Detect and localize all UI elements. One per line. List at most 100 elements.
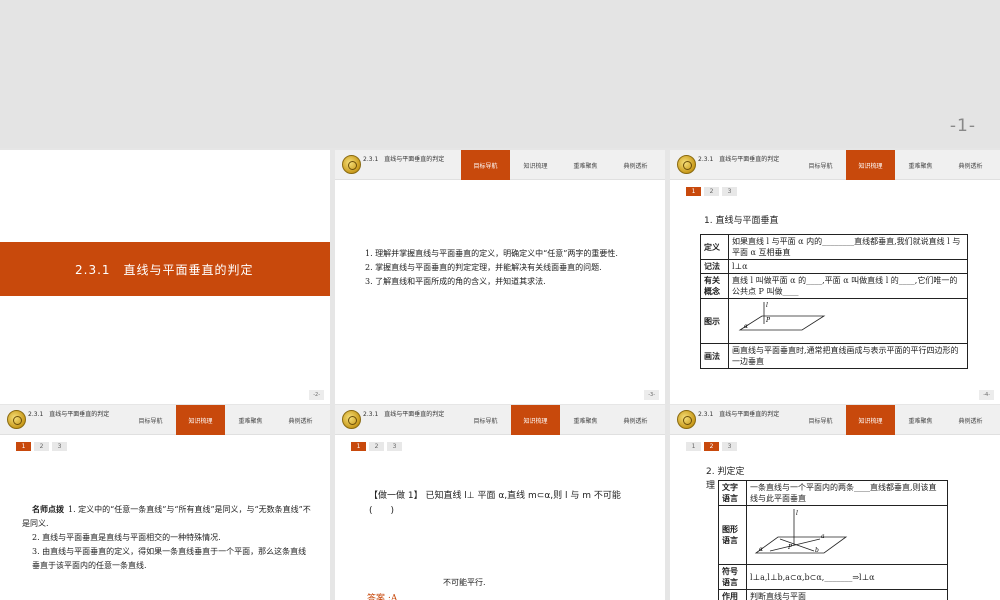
logo-icon (677, 410, 696, 429)
pager-page-3[interactable]: 3 (722, 442, 737, 451)
tab-focus[interactable]: 重难聚焦 (226, 405, 275, 435)
tab-examples[interactable]: 典例透析 (611, 405, 660, 435)
line-a (769, 538, 821, 552)
theorem-table: 文字语言 一条直线与一个平面内的两条____直线都垂直,则该直线与此平面垂直 图… (718, 480, 948, 600)
header-title: 2.3.1 直线与平面垂直的判定 (363, 156, 445, 163)
header-title: 2.3.1 直线与平面垂直的判定 (698, 411, 780, 418)
pager-page-1[interactable]: 1 (16, 442, 31, 451)
theorem-figure: l α a b P (754, 509, 848, 554)
row-label: 符号语言 (718, 564, 747, 590)
tab-focus[interactable]: 重难聚焦 (896, 405, 945, 435)
table-row: 作用 判断直线与平面 (718, 589, 948, 600)
b-label: b (815, 547, 819, 554)
figure-cell: l α a b P (746, 505, 948, 565)
subpage-pager: 1 2 3 (16, 442, 67, 451)
perpendicular-figure: l α P (738, 302, 826, 331)
pager-page-3[interactable]: 3 (722, 187, 737, 196)
point-label: P (787, 544, 793, 551)
plane-shape (754, 536, 848, 554)
row-label: 定义 (700, 234, 729, 260)
objective-list: 1. 理解并掌握直线与平面垂直的定义，明确定义中“任意”两字的重要性. 2. 掌… (365, 247, 640, 289)
table-row: 有关概念 直线 l 叫做平面 α 的____,平面 α 叫做直线 l 的____… (700, 273, 968, 299)
row-label: 图示 (700, 298, 729, 344)
pager-page-2[interactable]: 2 (704, 187, 719, 196)
line-label: l (796, 510, 798, 517)
pager-page-1[interactable]: 1 (686, 442, 701, 451)
solution-fragment: 不可能平行. (443, 578, 486, 587)
line-label: l (766, 302, 768, 309)
plane-label: α (744, 323, 748, 330)
question-text: 【做一做 1】 已知直线 l⊥ 平面 α,直线 m⊂α,则 l 与 m 不可能 (369, 491, 621, 501)
tips-text: 名师点拨 1. 定义中的“任意一条直线”与“所有直线”是同义，与“无数条直线”不是… (22, 503, 312, 573)
plane-shape (738, 315, 826, 331)
point-label: P (765, 317, 771, 324)
tab-focus[interactable]: 重难聚焦 (896, 150, 945, 180)
slide-page-number: -4- (979, 390, 994, 400)
a-label: a (821, 533, 825, 540)
tab-focus[interactable]: 重难聚焦 (561, 405, 610, 435)
definition-table: 定义 如果直线 l 与平面 α 内的________直线都垂直,我们就说直线 l… (700, 234, 968, 369)
subpage-pager: 1 2 3 (351, 442, 402, 451)
tab-goals[interactable]: 目标导航 (796, 405, 845, 435)
tab-focus[interactable]: 重难聚焦 (561, 150, 610, 180)
objective-item: 2. 掌握直线与平面垂直的判定定理，并能解决有关线面垂直的问题. (365, 263, 602, 272)
row-text: 如果直线 l 与平面 α 内的________直线都垂直,我们就说直线 l 与平… (728, 234, 968, 260)
row-label: 有关概念 (700, 273, 729, 299)
slide-title[interactable]: 2.3.1 直线与平面垂直的判定 -2- (0, 150, 330, 404)
tab-examples[interactable]: 典例透析 (946, 150, 995, 180)
plane-label: α (759, 546, 763, 553)
slide-objectives[interactable]: 2.3.1 直线与平面垂直的判定 目标导航 知识梳理 重难聚焦 典例透析 1. … (335, 150, 665, 404)
table-row: 符号语言 l⊥a,l⊥b,a⊂α,b⊂α,_______⇒l⊥α (718, 564, 948, 590)
subpage-pager: 1 2 3 (686, 442, 737, 451)
pager-page-2[interactable]: 2 (704, 442, 719, 451)
tab-knowledge[interactable]: 知识梳理 (176, 405, 225, 435)
tab-examples[interactable]: 典例透析 (946, 405, 995, 435)
tab-goals[interactable]: 目标导航 (796, 150, 845, 180)
tab-goals[interactable]: 目标导航 (461, 405, 510, 435)
tab-knowledge[interactable]: 知识梳理 (846, 150, 895, 180)
pager-page-1[interactable]: 1 (351, 442, 366, 451)
row-text: 判断直线与平面 (746, 589, 948, 600)
tab-knowledge[interactable]: 知识梳理 (511, 150, 560, 180)
slide-definition[interactable]: 2.3.1 直线与平面垂直的判定 目标导航 知识梳理 重难聚焦 典例透析 1 2… (670, 150, 1000, 404)
tip-text: 1. 定义中的“任意一条直线”与“所有直线”是同义，与“无数条直线”不是同义. (22, 505, 311, 528)
page-label: -1- (949, 116, 976, 136)
slide-theorem[interactable]: 2.3.1 直线与平面垂直的判定 目标导航 知识梳理 重难聚焦 典例透析 1 2… (670, 405, 1000, 600)
pager-page-2[interactable]: 2 (34, 442, 49, 451)
tab-knowledge[interactable]: 知识梳理 (846, 405, 895, 435)
previous-page-area (0, 0, 1000, 148)
logo-icon (342, 410, 361, 429)
slide-tips[interactable]: 2.3.1 直线与平面垂直的判定 目标导航 知识梳理 重难聚焦 典例透析 1 2… (0, 405, 330, 600)
logo-icon (342, 155, 361, 174)
tips-lead: 名师点拨 (32, 505, 64, 514)
pager-page-2[interactable]: 2 (369, 442, 384, 451)
answer-text: 答案 :A (367, 594, 398, 600)
pager-page-3[interactable]: 3 (387, 442, 402, 451)
tab-goals[interactable]: 目标导航 (126, 405, 175, 435)
row-label: 文字语言 (718, 480, 747, 506)
logo-icon (7, 410, 26, 429)
row-text: 画直线与平面垂直时,通常把直线画成与表示平面的平行四边形的一边垂直 (728, 343, 968, 369)
answer-blank: ( ) (369, 506, 395, 516)
pager-page-1[interactable]: 1 (686, 187, 701, 196)
tab-knowledge[interactable]: 知识梳理 (511, 405, 560, 435)
header-title: 2.3.1 直线与平面垂直的判定 (698, 156, 780, 163)
tab-examples[interactable]: 典例透析 (276, 405, 325, 435)
tab-examples[interactable]: 典例透析 (611, 150, 660, 180)
tip-item: 名师点拨 1. 定义中的“任意一条直线”与“所有直线”是同义，与“无数条直线”不是… (22, 503, 312, 531)
tab-goals[interactable]: 目标导航 (461, 150, 510, 180)
objective-item: 3. 了解直线和平面所成的角的含义，并知道其求法. (365, 277, 546, 286)
tip-item: 3. 由直线与平面垂直的定义，得如果一条直线垂直于一个平面，那么这条直线垂直于该… (32, 547, 307, 570)
row-text: l⊥α (728, 259, 968, 274)
slide-practice[interactable]: 2.3.1 直线与平面垂直的判定 目标导航 知识梳理 重难聚焦 典例透析 1 2… (335, 405, 665, 600)
practice-question: 【做一做 1】 已知直线 l⊥ 平面 α,直线 m⊂α,则 l 与 m 不可能 … (369, 489, 659, 519)
header-title: 2.3.1 直线与平面垂直的判定 (363, 411, 445, 418)
tip-item: 2. 直线与平面垂直是直线与平面相交的一种特殊情况. (32, 533, 221, 542)
logo-icon (677, 155, 696, 174)
row-label: 图形语言 (718, 505, 747, 565)
objective-item: 1. 理解并掌握直线与平面垂直的定义，明确定义中“任意”两字的重要性. (365, 249, 618, 258)
line-b (779, 538, 815, 552)
slide-page-number: -2- (309, 390, 324, 400)
subpage-pager: 1 2 3 (686, 187, 737, 196)
pager-page-3[interactable]: 3 (52, 442, 67, 451)
